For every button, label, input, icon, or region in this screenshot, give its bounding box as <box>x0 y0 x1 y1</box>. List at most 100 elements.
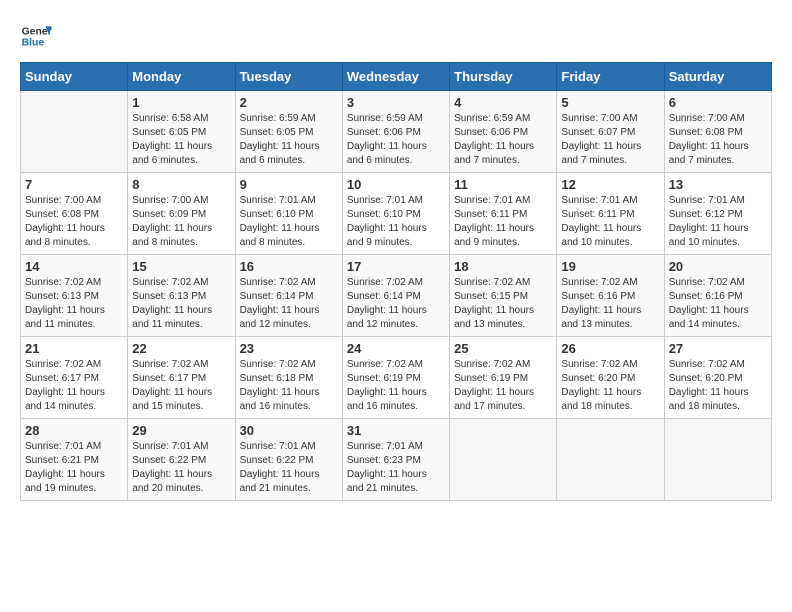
day-detail: Sunrise: 7:00 AMSunset: 6:07 PMDaylight:… <box>561 112 659 168</box>
day-detail: Sunrise: 7:01 AMSunset: 6:22 PMDaylight:… <box>132 440 230 496</box>
page-header: General Blue <box>20 20 772 52</box>
day-cell: 26 Sunrise: 7:02 AMSunset: 6:20 PMDayligh… <box>557 337 664 419</box>
day-detail: Sunrise: 7:02 AMSunset: 6:17 PMDaylight:… <box>25 358 123 414</box>
day-cell: 1Sunrise: 6:58 AMSunset: 6:05 PMDaylight… <box>128 91 235 173</box>
day-cell: 18Sunrise: 7:02 AMSunset: 6:15 PMDayligh… <box>450 255 557 337</box>
day-number: 4 <box>454 95 552 110</box>
day-cell: 29Sunrise: 7:01 AMSunset: 6:22 PMDayligh… <box>128 419 235 501</box>
day-cell: 22 Sunrise: 7:02 AMSunset: 6:17 PMDayligh… <box>128 337 235 419</box>
day-detail: Sunrise: 6:59 AMSunset: 6:06 PMDaylight:… <box>454 112 552 168</box>
day-cell: 28 Sunrise: 7:01 AMSunset: 6:21 PMDayligh… <box>21 419 128 501</box>
day-detail: Sunrise: 6:59 AMSunset: 6:06 PMDaylight:… <box>347 112 445 168</box>
day-number: 30 <box>240 423 338 438</box>
day-detail: Sunrise: 7:02 AMSunset: 6:18 PMDaylight:… <box>240 358 338 414</box>
day-cell: 2Sunrise: 6:59 AMSunset: 6:05 PMDaylight… <box>235 91 342 173</box>
day-detail: Sunrise: 7:02 AMSunset: 6:19 PMDaylight:… <box>347 358 445 414</box>
day-detail: Sunrise: 7:01 AMSunset: 6:10 PMDaylight:… <box>240 194 338 250</box>
day-detail: Sunrise: 7:02 AMSunset: 6:16 PMDaylight:… <box>669 276 767 332</box>
day-detail: Sunrise: 7:02 AMSunset: 6:16 PMDaylight:… <box>561 276 659 332</box>
calendar-header: SundayMondayTuesdayWednesdayThursdayFrid… <box>21 63 772 91</box>
day-number: 27 <box>669 341 767 356</box>
calendar-body: 1Sunrise: 6:58 AMSunset: 6:05 PMDaylight… <box>21 91 772 501</box>
day-number: 22 <box>132 341 230 356</box>
day-number: 7 <box>25 177 123 192</box>
day-number: 19 <box>561 259 659 274</box>
day-number: 26 <box>561 341 659 356</box>
day-cell: 8 Sunrise: 7:00 AMSunset: 6:09 PMDaylight… <box>128 173 235 255</box>
day-detail: Sunrise: 7:02 AMSunset: 6:19 PMDaylight:… <box>454 358 552 414</box>
day-detail: Sunrise: 7:02 AMSunset: 6:13 PMDaylight:… <box>25 276 123 332</box>
day-detail: Sunrise: 7:00 AMSunset: 6:09 PMDaylight:… <box>132 194 230 250</box>
header-day-thursday: Thursday <box>450 63 557 91</box>
day-cell: 21 Sunrise: 7:02 AMSunset: 6:17 PMDayligh… <box>21 337 128 419</box>
day-detail: Sunrise: 7:02 AMSunset: 6:20 PMDaylight:… <box>561 358 659 414</box>
day-number: 20 <box>669 259 767 274</box>
header-day-monday: Monday <box>128 63 235 91</box>
day-number: 21 <box>25 341 123 356</box>
day-cell: 15Sunrise: 7:02 AMSunset: 6:13 PMDayligh… <box>128 255 235 337</box>
day-number: 8 <box>132 177 230 192</box>
day-cell: 31 Sunrise: 7:01 AMSunset: 6:23 PMDayligh… <box>342 419 449 501</box>
day-number: 31 <box>347 423 445 438</box>
day-cell: 4 Sunrise: 6:59 AMSunset: 6:06 PMDaylight… <box>450 91 557 173</box>
day-detail: Sunrise: 7:02 AMSunset: 6:17 PMDaylight:… <box>132 358 230 414</box>
day-number: 5 <box>561 95 659 110</box>
day-number: 24 <box>347 341 445 356</box>
header-day-friday: Friday <box>557 63 664 91</box>
day-detail: Sunrise: 7:01 AMSunset: 6:23 PMDaylight:… <box>347 440 445 496</box>
day-cell: 17Sunrise: 7:02 AMSunset: 6:14 PMDayligh… <box>342 255 449 337</box>
day-cell: 3Sunrise: 6:59 AMSunset: 6:06 PMDaylight… <box>342 91 449 173</box>
day-detail: Sunrise: 7:02 AMSunset: 6:14 PMDaylight:… <box>240 276 338 332</box>
day-cell: 14 Sunrise: 7:02 AMSunset: 6:13 PMDayligh… <box>21 255 128 337</box>
week-row-3: 14 Sunrise: 7:02 AMSunset: 6:13 PMDayligh… <box>21 255 772 337</box>
day-number: 13 <box>669 177 767 192</box>
day-cell: 7 Sunrise: 7:00 AMSunset: 6:08 PMDaylight… <box>21 173 128 255</box>
day-cell <box>21 91 128 173</box>
day-number: 6 <box>669 95 767 110</box>
day-number: 17 <box>347 259 445 274</box>
day-cell <box>664 419 771 501</box>
week-row-1: 1Sunrise: 6:58 AMSunset: 6:05 PMDaylight… <box>21 91 772 173</box>
day-number: 25 <box>454 341 552 356</box>
calendar-table: SundayMondayTuesdayWednesdayThursdayFrid… <box>20 62 772 501</box>
day-number: 14 <box>25 259 123 274</box>
week-row-2: 7 Sunrise: 7:00 AMSunset: 6:08 PMDaylight… <box>21 173 772 255</box>
day-number: 23 <box>240 341 338 356</box>
day-detail: Sunrise: 7:00 AMSunset: 6:08 PMDaylight:… <box>25 194 123 250</box>
day-detail: Sunrise: 7:00 AMSunset: 6:08 PMDaylight:… <box>669 112 767 168</box>
day-detail: Sunrise: 7:02 AMSunset: 6:20 PMDaylight:… <box>669 358 767 414</box>
day-detail: Sunrise: 7:01 AMSunset: 6:10 PMDaylight:… <box>347 194 445 250</box>
week-row-4: 21 Sunrise: 7:02 AMSunset: 6:17 PMDayligh… <box>21 337 772 419</box>
day-detail: Sunrise: 7:01 AMSunset: 6:11 PMDaylight:… <box>454 194 552 250</box>
header-day-tuesday: Tuesday <box>235 63 342 91</box>
day-cell: 11 Sunrise: 7:01 AMSunset: 6:11 PMDayligh… <box>450 173 557 255</box>
logo-icon: General Blue <box>20 20 52 52</box>
day-number: 15 <box>132 259 230 274</box>
day-detail: Sunrise: 7:01 AMSunset: 6:12 PMDaylight:… <box>669 194 767 250</box>
day-cell <box>450 419 557 501</box>
day-number: 9 <box>240 177 338 192</box>
day-number: 1 <box>132 95 230 110</box>
day-cell: 16 Sunrise: 7:02 AMSunset: 6:14 PMDayligh… <box>235 255 342 337</box>
day-cell: 12Sunrise: 7:01 AMSunset: 6:11 PMDayligh… <box>557 173 664 255</box>
day-number: 18 <box>454 259 552 274</box>
day-cell: 30Sunrise: 7:01 AMSunset: 6:22 PMDayligh… <box>235 419 342 501</box>
day-cell: 24 Sunrise: 7:02 AMSunset: 6:19 PMDayligh… <box>342 337 449 419</box>
header-day-wednesday: Wednesday <box>342 63 449 91</box>
day-cell: 25 Sunrise: 7:02 AMSunset: 6:19 PMDayligh… <box>450 337 557 419</box>
day-number: 11 <box>454 177 552 192</box>
svg-text:Blue: Blue <box>22 38 45 49</box>
day-cell: 20 Sunrise: 7:02 AMSunset: 6:16 PMDayligh… <box>664 255 771 337</box>
day-cell: 9 Sunrise: 7:01 AMSunset: 6:10 PMDaylight… <box>235 173 342 255</box>
day-number: 16 <box>240 259 338 274</box>
day-number: 28 <box>25 423 123 438</box>
logo: General Blue <box>20 20 56 52</box>
day-detail: Sunrise: 7:01 AMSunset: 6:21 PMDaylight:… <box>25 440 123 496</box>
day-cell: 27 Sunrise: 7:02 AMSunset: 6:20 PMDayligh… <box>664 337 771 419</box>
header-day-saturday: Saturday <box>664 63 771 91</box>
day-cell: 5 Sunrise: 7:00 AMSunset: 6:07 PMDaylight… <box>557 91 664 173</box>
header-day-sunday: Sunday <box>21 63 128 91</box>
day-number: 12 <box>561 177 659 192</box>
day-cell: 23 Sunrise: 7:02 AMSunset: 6:18 PMDayligh… <box>235 337 342 419</box>
day-number: 2 <box>240 95 338 110</box>
